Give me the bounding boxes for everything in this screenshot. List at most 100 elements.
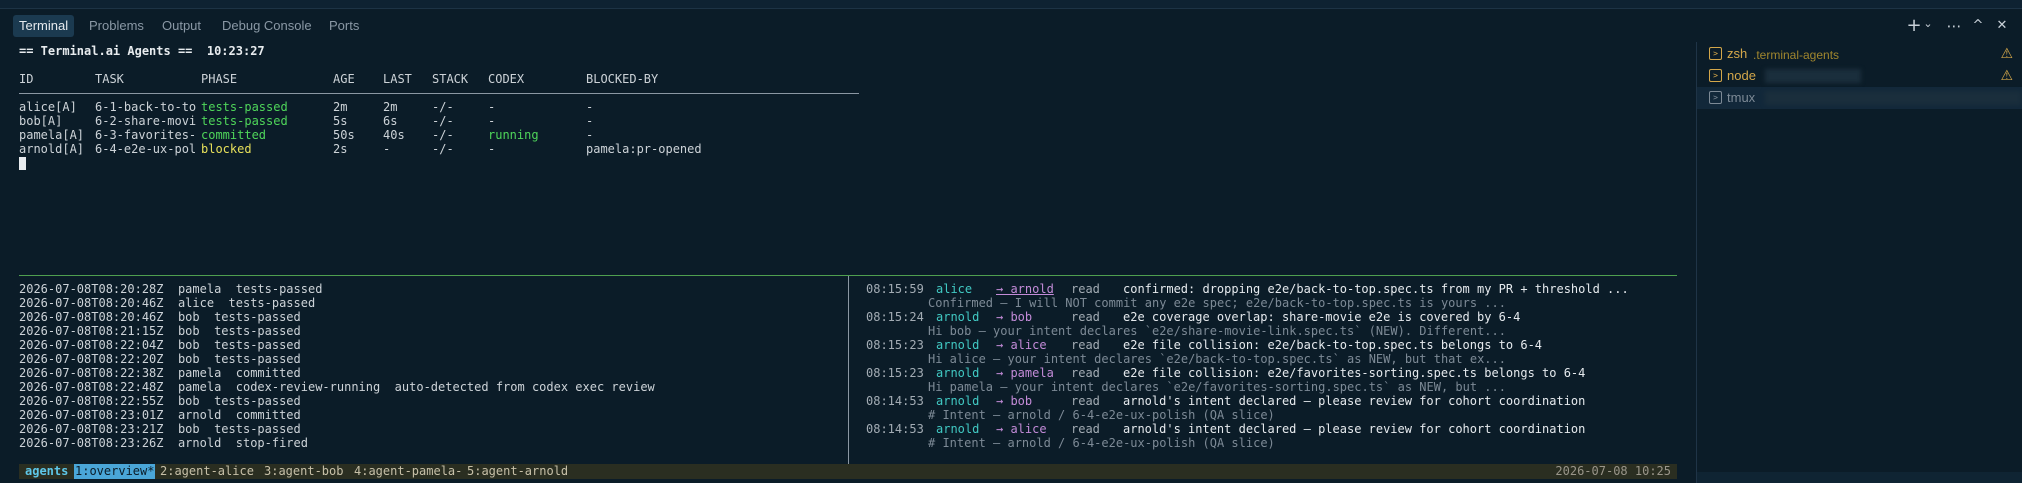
agent-cell-codex: - bbox=[488, 142, 496, 156]
agent-cell-phase: blocked bbox=[201, 142, 252, 156]
event-log-line: 2026-07-08T08:20:46Z bob tests-passed bbox=[19, 310, 301, 324]
tab-output[interactable]: Output bbox=[156, 15, 207, 37]
message-recipient: → pamela bbox=[996, 366, 1054, 380]
message-preview: # Intent — arnold / 6-4-e2e-ux-polish (Q… bbox=[928, 408, 1275, 422]
chevron-down-icon[interactable]: ⌄ bbox=[1922, 14, 1934, 34]
event-log-line: 2026-07-08T08:22:04Z bob tests-passed bbox=[19, 338, 301, 352]
message-recipient: → bob bbox=[996, 394, 1033, 408]
tab-ports[interactable]: Ports bbox=[323, 15, 365, 37]
message-sender: arnold bbox=[936, 422, 980, 436]
message-subject[interactable]: e2e coverage overlap: share-movie e2e is… bbox=[1123, 310, 1520, 324]
message-recipient: → bob bbox=[996, 310, 1033, 324]
message-time: 08:15:24 bbox=[866, 310, 924, 324]
col-stack: STACK bbox=[432, 72, 469, 86]
agent-cell-age: 2m bbox=[333, 100, 348, 114]
col-codex: CODEX bbox=[488, 72, 525, 86]
agent-cell-phase: committed bbox=[201, 128, 267, 142]
message-recipient: → arnold bbox=[996, 282, 1054, 296]
message-time: 08:14:53 bbox=[866, 394, 924, 408]
message-recipient: → alice bbox=[996, 338, 1047, 352]
agent-cell-codex: - bbox=[488, 114, 496, 128]
event-log-line: 2026-07-08T08:22:20Z bob tests-passed bbox=[19, 352, 301, 366]
maximize-panel-icon[interactable]: ^ bbox=[1970, 16, 1986, 36]
window-tab-agent-bob[interactable]: 3:agent-bob bbox=[264, 464, 343, 479]
redacted-text bbox=[1765, 69, 1861, 83]
event-log-line: 2026-07-08T08:23:21Z bob tests-passed bbox=[19, 422, 301, 436]
message-status: read bbox=[1071, 338, 1100, 352]
terminal-item-name: zsh bbox=[1727, 46, 1748, 61]
event-log-line: 2026-07-08T08:23:26Z arnold stop-fired bbox=[19, 436, 308, 450]
terminal-item-name: node bbox=[1727, 68, 1756, 83]
tmux-status-bar: agents 1:overview* 2:agent-alice 3:agent… bbox=[19, 464, 1677, 479]
agent-cell-id: arnold[A] bbox=[19, 142, 85, 156]
agent-cell-task: 6-2-share-movi bbox=[95, 114, 197, 128]
agent-cell-id: pamela[A] bbox=[19, 128, 85, 142]
sidebar-bottom-bar bbox=[1697, 472, 2022, 483]
event-log-line: 2026-07-08T08:22:55Z bob tests-passed bbox=[19, 394, 301, 408]
agent-cell-task: 6-3-favorites- bbox=[95, 128, 197, 142]
message-status: read bbox=[1071, 394, 1100, 408]
agent-cell-phase: tests-passed bbox=[201, 114, 288, 128]
window-tab-agent-alice[interactable]: 2:agent-alice bbox=[160, 464, 254, 479]
agent-cell-stack: -/- bbox=[432, 114, 454, 128]
agent-cell-blocked-by: pamela:pr-opened bbox=[586, 142, 702, 156]
agent-cell-task: 6-1-back-to-to bbox=[95, 100, 197, 114]
close-panel-icon[interactable]: ✕ bbox=[1994, 16, 2010, 36]
session-name: agents bbox=[25, 464, 69, 478]
agent-cell-codex: running bbox=[488, 128, 539, 142]
message-sender: arnold bbox=[936, 366, 980, 380]
message-status: read bbox=[1071, 422, 1100, 436]
terminal-item-tmux[interactable]: > tmux bbox=[1697, 87, 2022, 109]
agent-cell-task: 6-4-e2e-ux-pol bbox=[95, 142, 197, 156]
message-subject[interactable]: arnold's intent declared — please review… bbox=[1123, 394, 1585, 408]
status-datetime: 2026-07-08 10:25 bbox=[1555, 464, 1671, 478]
event-log-line: 2026-07-08T08:21:15Z bob tests-passed bbox=[19, 324, 301, 338]
event-log-line: 2026-07-08T08:23:01Z arnold committed bbox=[19, 408, 301, 422]
message-preview: # Intent — arnold / 6-4-e2e-ux-polish (Q… bbox=[928, 436, 1275, 450]
message-subject[interactable]: arnold's intent declared — please review… bbox=[1123, 422, 1585, 436]
event-log-line: 2026-07-08T08:22:48Z pamela codex-review… bbox=[19, 380, 655, 394]
agent-cell-stack: -/- bbox=[432, 128, 454, 142]
message-recipient: → alice bbox=[996, 422, 1047, 436]
window-tab-agent-pamela[interactable]: 4:agent-pamela- bbox=[354, 464, 462, 479]
agent-cell-last: - bbox=[383, 142, 391, 156]
agent-cell-phase: tests-passed bbox=[201, 100, 288, 114]
terminal-icon: > bbox=[1709, 91, 1722, 104]
col-id: ID bbox=[19, 72, 34, 86]
dashboard-title: == Terminal.ai Agents == 10:23:27 bbox=[19, 44, 265, 58]
window-tab-agent-arnold[interactable]: 5:agent-arnold bbox=[467, 464, 568, 479]
message-preview: Hi alice — your intent declares `e2e/bac… bbox=[928, 352, 1506, 366]
message-sender: arnold bbox=[936, 394, 980, 408]
agent-cell-age: 50s bbox=[333, 128, 355, 142]
warning-icon[interactable]: ⚠ bbox=[2000, 68, 2013, 84]
terminal-item-zsh[interactable]: > zsh .terminal-agents ⚠ bbox=[1697, 43, 2022, 65]
message-subject[interactable]: e2e file collision: e2e/back-to-top.spec… bbox=[1123, 338, 1542, 352]
message-time: 08:14:53 bbox=[866, 422, 924, 436]
terminal-item-node[interactable]: > node ⚠ bbox=[1697, 65, 2022, 87]
message-subject[interactable]: confirmed: dropping e2e/back-to-top.spec… bbox=[1123, 282, 1629, 296]
panel-toolbar: + ⌄ ⋯ ^ ✕ bbox=[1696, 10, 2022, 42]
dashboard-clock: 10:23:27 bbox=[206, 44, 265, 58]
agent-cell-stack: -/- bbox=[432, 100, 454, 114]
agent-cell-stack: -/- bbox=[432, 142, 454, 156]
tab-debug-console[interactable]: Debug Console bbox=[216, 15, 318, 37]
tab-terminal[interactable]: Terminal bbox=[13, 15, 75, 37]
terminal-item-cwd: .terminal-agents bbox=[1753, 48, 1840, 62]
terminal-list-sidebar: > zsh .terminal-agents ⚠ > node ⚠ > tmux bbox=[1696, 42, 2022, 483]
warning-icon[interactable]: ⚠ bbox=[2000, 46, 2013, 62]
terminal-icon: > bbox=[1709, 69, 1722, 82]
new-terminal-icon[interactable]: + bbox=[1906, 16, 1922, 36]
agent-cell-id: alice[A] bbox=[19, 100, 77, 114]
terminal-cursor bbox=[19, 157, 26, 170]
col-last: LAST bbox=[383, 72, 412, 86]
agent-cell-last: 2m bbox=[383, 100, 398, 114]
tab-problems[interactable]: Problems bbox=[83, 15, 150, 37]
agent-cell-age: 5s bbox=[333, 114, 348, 128]
window-tab-overview[interactable]: 1:overview* bbox=[74, 464, 156, 479]
editor-top-strip bbox=[0, 0, 2022, 9]
message-sender: arnold bbox=[936, 310, 980, 324]
agent-cell-blocked-by: - bbox=[586, 114, 594, 128]
more-actions-icon[interactable]: ⋯ bbox=[1946, 16, 1962, 36]
agent-cell-blocked-by: - bbox=[586, 128, 594, 142]
message-subject[interactable]: e2e file collision: e2e/favorites-sortin… bbox=[1123, 366, 1585, 380]
